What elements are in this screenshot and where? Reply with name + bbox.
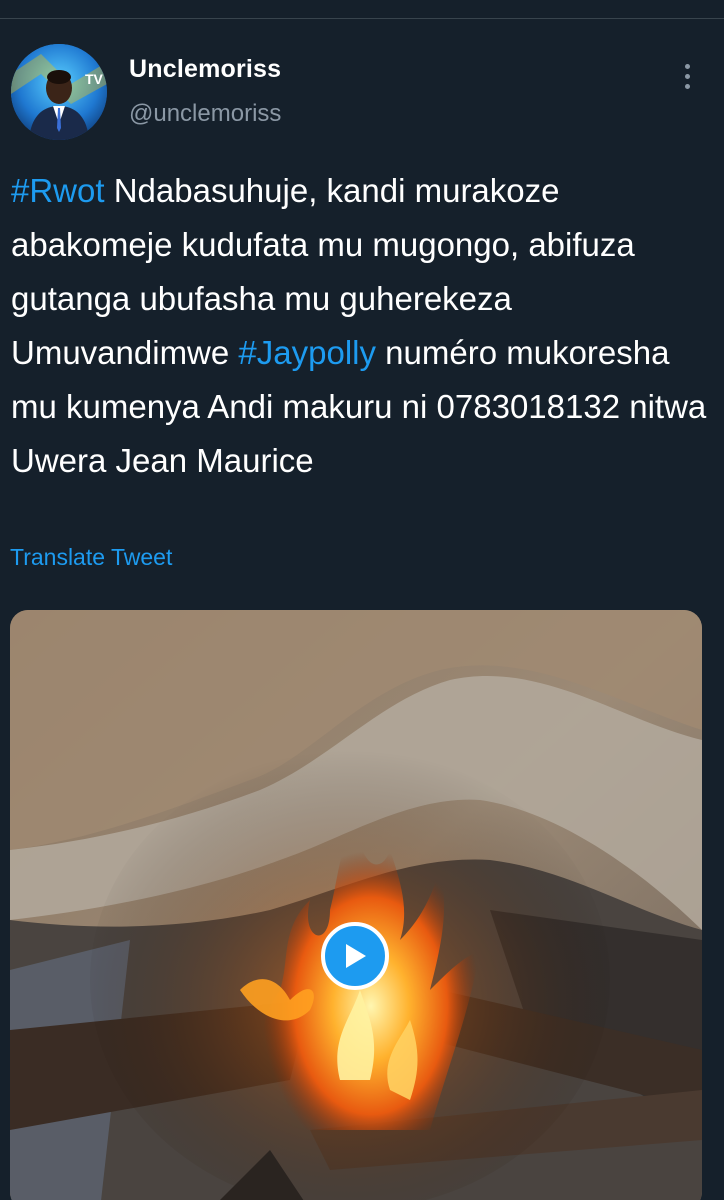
tweet-page: TV Unclemoriss @unclemoriss #Rwot Ndabas… [0,0,724,1200]
top-divider [0,18,724,19]
more-vertical-icon [684,63,690,69]
play-icon [346,944,366,968]
more-dot [684,83,690,89]
author-handle[interactable]: @unclemoriss [129,100,281,128]
more-dot [684,73,690,79]
hashtag-jaypolly[interactable]: #Jaypolly [238,334,376,371]
tweet-video[interactable] [10,610,702,1200]
avatar-logo-text: TV [85,71,104,87]
video-thumbnail [10,610,702,1200]
more-options-button[interactable] [672,56,702,96]
author-display-name[interactable]: Unclemoriss [129,55,281,84]
translate-tweet-link[interactable]: Translate Tweet [10,544,172,571]
play-button[interactable] [321,922,389,990]
hashtag-rwot[interactable]: #Rwot [11,172,105,209]
author-avatar[interactable]: TV [11,44,107,140]
tweet-text: #Rwot Ndabasuhuje, kandi murakoze abakom… [11,164,716,488]
profile-photo: TV [11,44,107,140]
